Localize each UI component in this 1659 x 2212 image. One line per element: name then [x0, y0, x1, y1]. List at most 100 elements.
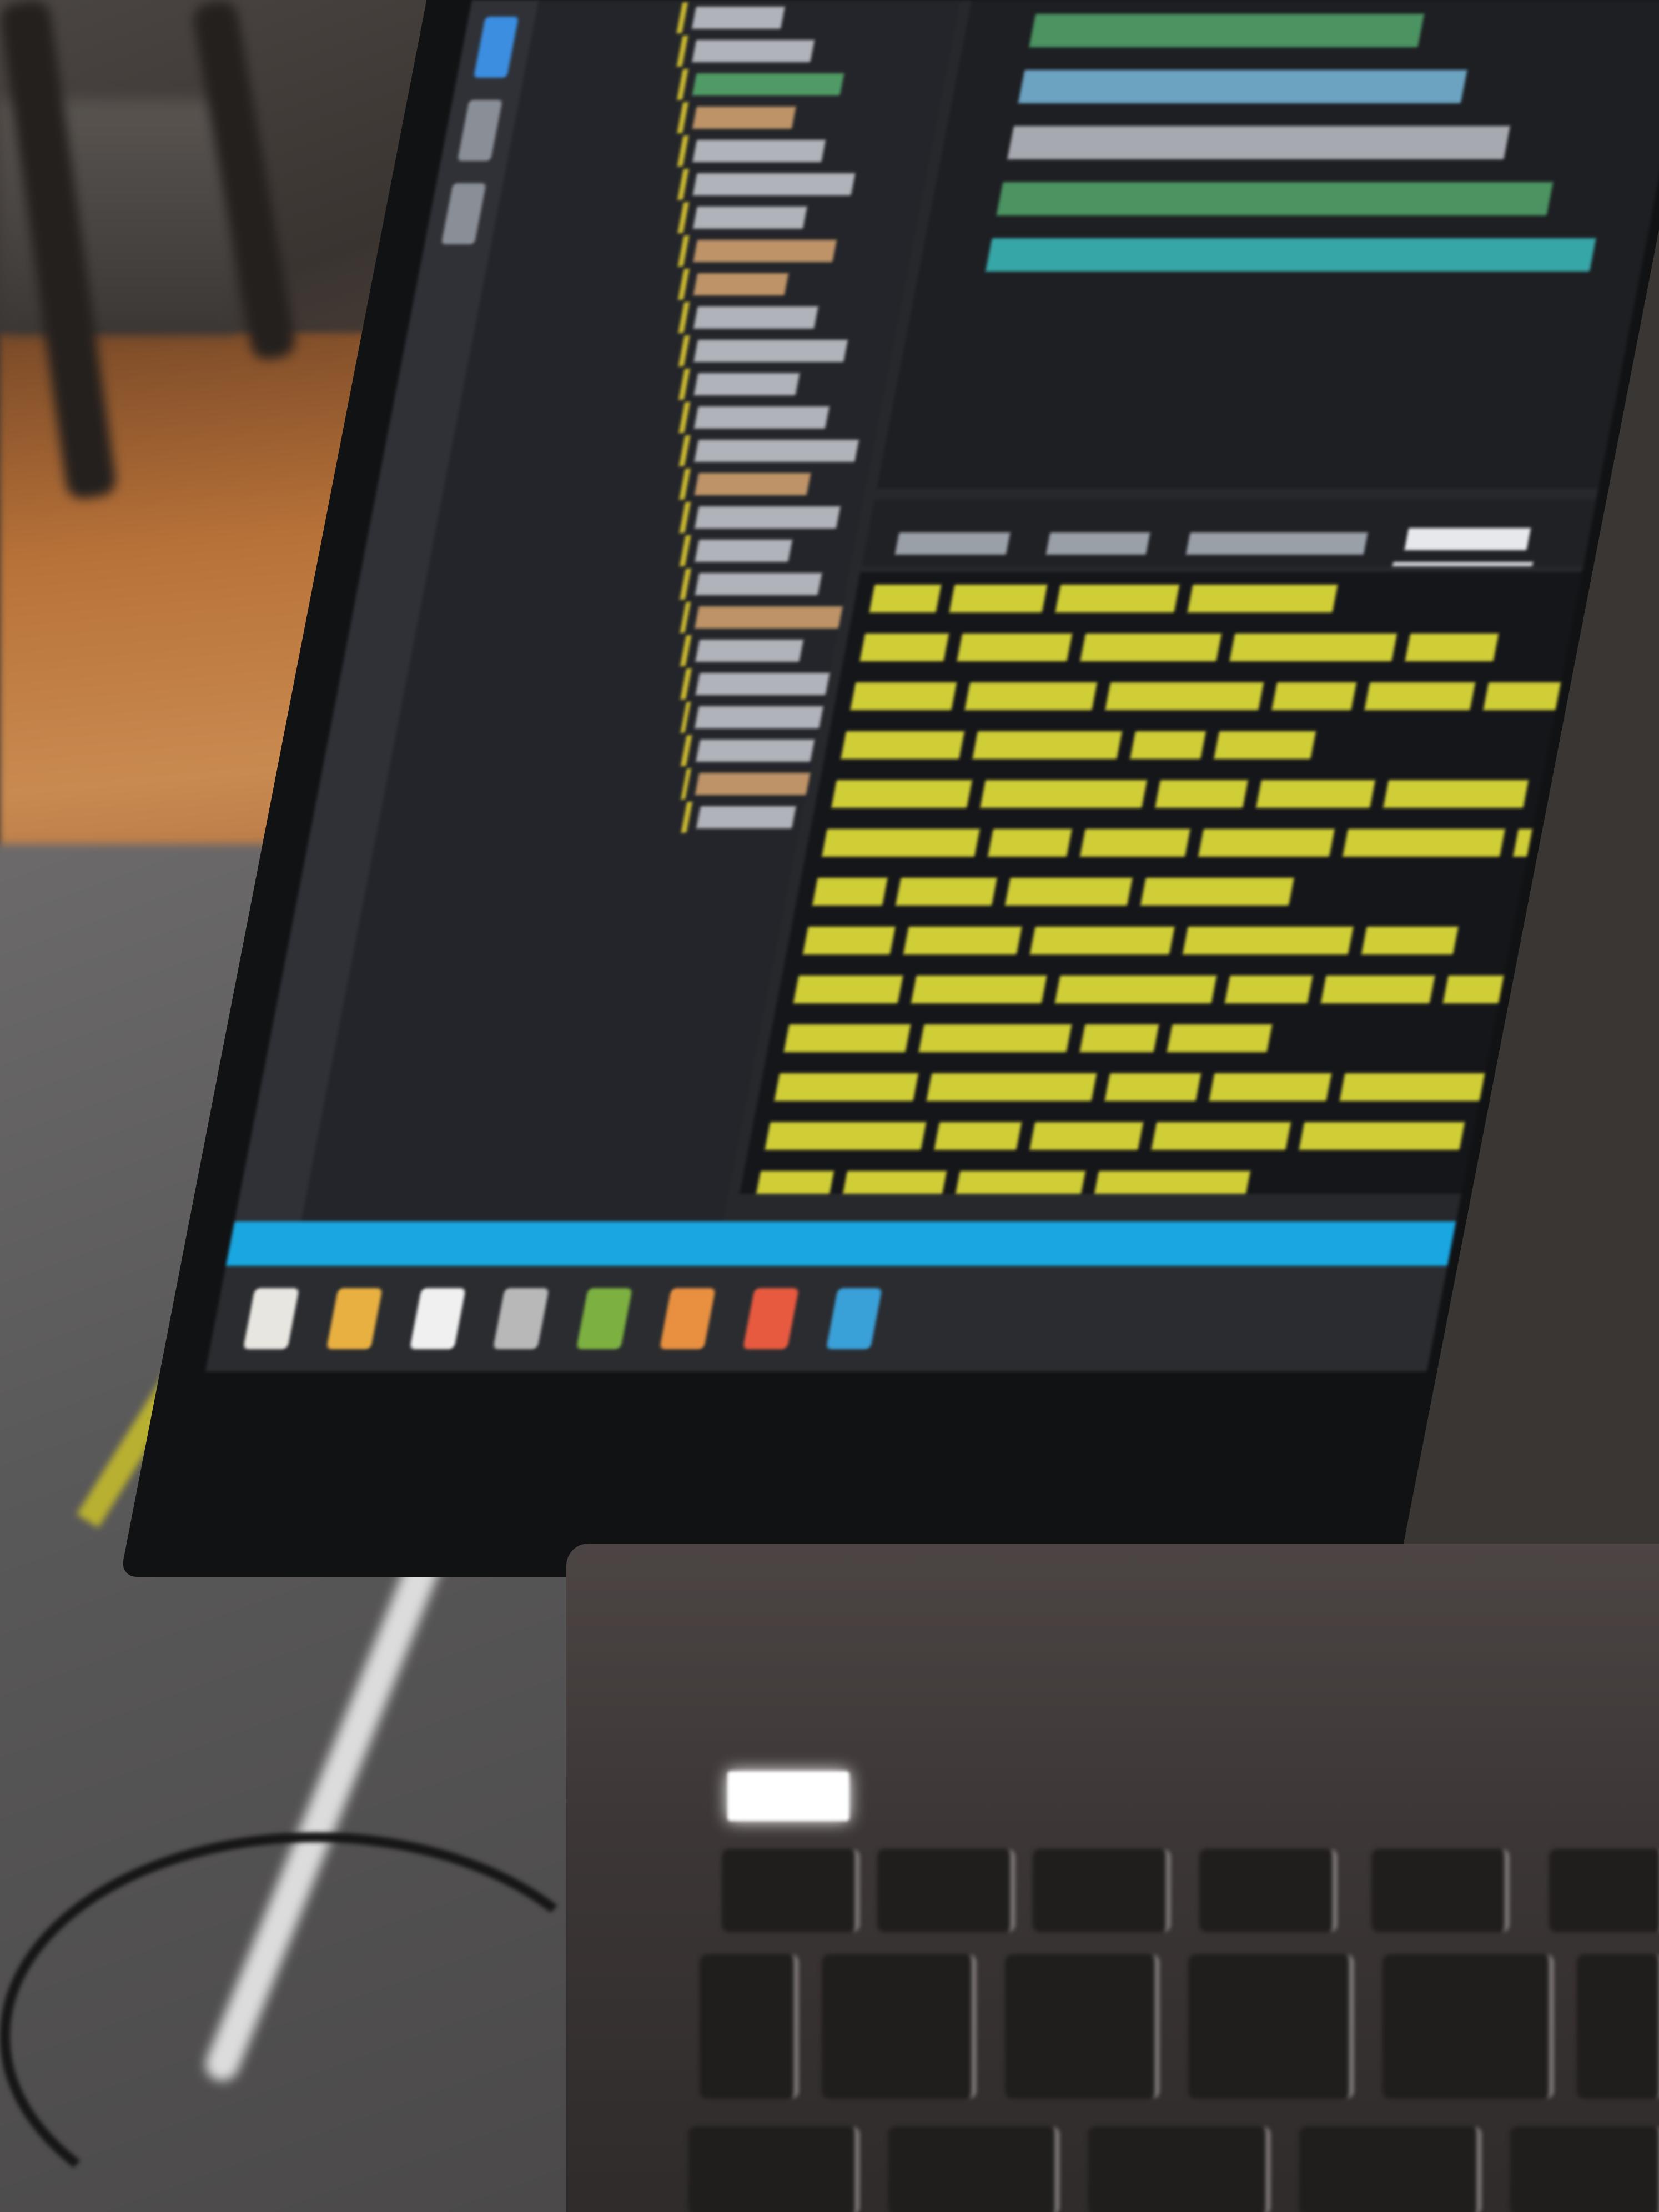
indent-guide: [678, 369, 690, 400]
explorer-row[interactable]: [409, 635, 837, 666]
explorer-row-label: [694, 440, 859, 462]
keyboard-key: [1510, 2126, 1659, 2212]
panel-tab[interactable]: [1175, 527, 1378, 566]
panel-tab-label: [1404, 528, 1531, 550]
panel-tab-label: [1185, 532, 1368, 555]
folder-icon[interactable]: [326, 1288, 383, 1349]
explorer-row[interactable]: [461, 369, 889, 400]
indent-guide: [679, 469, 691, 500]
indent-guide: [678, 335, 690, 366]
keyboard-key: [1199, 1849, 1337, 1932]
explorer-row[interactable]: [422, 569, 850, 600]
explorer-row[interactable]: [487, 235, 915, 267]
explorer-row-label: [696, 740, 815, 762]
indent-guide: [677, 169, 689, 200]
explorer-row[interactable]: [512, 102, 941, 133]
explorer-row[interactable]: [474, 302, 902, 333]
browser-icon[interactable]: [659, 1288, 716, 1349]
explorer-row-label: [695, 606, 843, 629]
explorer-row-label: [693, 406, 830, 429]
terminal-output-line: [858, 631, 1571, 670]
keyboard-key: [1088, 2126, 1270, 2212]
explorer-row[interactable]: [467, 335, 896, 366]
explorer-row[interactable]: [415, 602, 843, 633]
explorer-row[interactable]: [454, 402, 882, 433]
explorer-row[interactable]: [383, 768, 811, 800]
keyboard-key: [822, 1954, 976, 2099]
browser-icon[interactable]: [742, 1288, 800, 1349]
explorer-row-label: [695, 640, 804, 662]
indent-guide: [681, 768, 691, 800]
keyboard-key: [1549, 1849, 1659, 1932]
explorer-row[interactable]: [435, 502, 863, 533]
indent-guide: [680, 569, 691, 600]
app-icon[interactable]: [492, 1288, 550, 1349]
explorer-row[interactable]: [519, 69, 947, 100]
explorer-row[interactable]: [480, 269, 908, 300]
code-line: [1027, 13, 1659, 56]
explorer-row-label: [695, 773, 811, 795]
status-text: [250, 1231, 255, 1256]
keyboard-key: [1033, 1849, 1170, 1932]
keyboard-key: [877, 1849, 1015, 1932]
explorer-row-label: [692, 73, 844, 95]
terminal-output-line: [773, 1070, 1489, 1109]
indent-guide: [677, 135, 689, 167]
app-icon[interactable]: [826, 1288, 883, 1349]
indent-guide: [676, 2, 688, 33]
indent-guide: [678, 269, 690, 300]
explorer-row[interactable]: [526, 36, 954, 67]
explorer-row-label: [695, 573, 822, 595]
indent-guide: [680, 702, 691, 733]
files-icon[interactable]: [473, 17, 519, 78]
explorer-row[interactable]: [441, 469, 869, 500]
indent-guide: [679, 502, 691, 533]
search-icon[interactable]: [457, 100, 503, 161]
explorer-row-label: [693, 240, 837, 262]
explorer-row[interactable]: [448, 435, 876, 466]
explorer-row-label: [692, 207, 807, 229]
keyboard-key: [1005, 1954, 1159, 2099]
indent-guide: [676, 36, 688, 67]
terminal-output-line: [801, 924, 1514, 963]
explorer-row-label: [693, 340, 848, 362]
terminal-panel[interactable]: [740, 572, 1582, 1194]
file-icon[interactable]: [243, 1288, 300, 1349]
keyboard-key: [888, 2126, 1059, 2212]
explorer-row[interactable]: [493, 202, 921, 233]
indent-guide: [678, 302, 690, 333]
terminal-output-line: [763, 1119, 1565, 1158]
power-indicator-light: [727, 1771, 849, 1821]
source-control-icon[interactable]: [441, 183, 486, 244]
explorer-row[interactable]: [429, 535, 857, 566]
explorer-row-label: [695, 540, 793, 562]
keyboard-key: [688, 2126, 859, 2212]
explorer-row[interactable]: [506, 135, 934, 167]
panel-tab[interactable]: [1035, 527, 1160, 566]
indent-guide: [678, 402, 691, 433]
terminal-output-line: [792, 973, 1582, 1012]
panel-tab-label: [894, 532, 1011, 555]
explorer-row-label: [692, 40, 815, 62]
explorer-row[interactable]: [396, 702, 824, 733]
explorer-row[interactable]: [390, 735, 818, 766]
keyboard-key: [1299, 2126, 1481, 2212]
panel-tab-label: [1045, 532, 1150, 555]
explorer-row-label: [691, 7, 785, 29]
indent-guide: [677, 102, 689, 133]
explorer-row[interactable]: [500, 169, 928, 200]
code-line: [1006, 125, 1659, 168]
terminal-output-line: [811, 875, 1524, 914]
status-bar: [225, 1221, 1456, 1266]
explorer-row[interactable]: [532, 2, 960, 33]
explorer-row[interactable]: [376, 802, 805, 833]
code-line: [1017, 69, 1659, 112]
explorer-row[interactable]: [403, 668, 831, 700]
panel-tab[interactable]: [1392, 522, 1541, 566]
panel-tab[interactable]: [884, 527, 1020, 566]
code-editor[interactable]: [876, 0, 1659, 489]
document-icon[interactable]: [409, 1288, 466, 1349]
explorer-row-label: [692, 107, 796, 129]
explorer-row-label: [694, 506, 841, 529]
app-icon[interactable]: [576, 1288, 633, 1349]
